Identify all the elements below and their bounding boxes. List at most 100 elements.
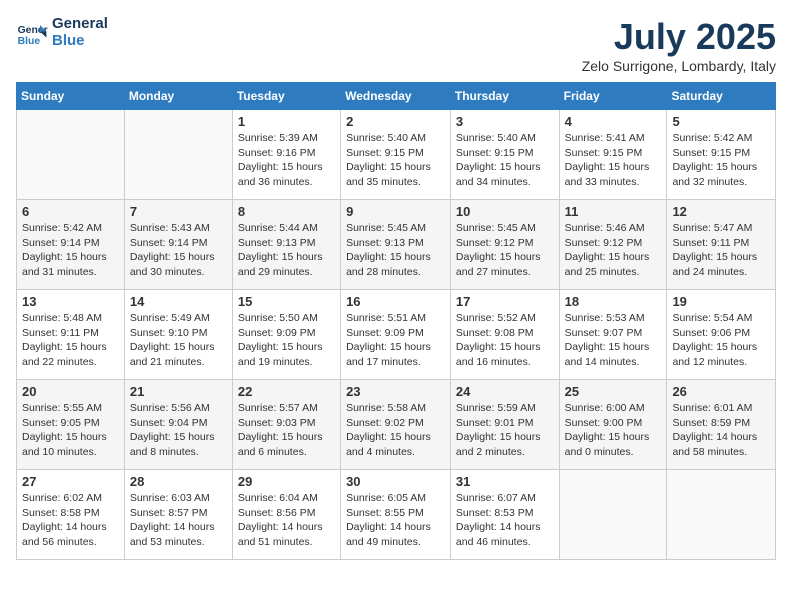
col-header-monday: Monday: [124, 83, 232, 110]
location: Zelo Surrigone, Lombardy, Italy: [582, 58, 776, 74]
cell-content: Sunrise: 6:04 AM Sunset: 8:56 PM Dayligh…: [238, 491, 335, 550]
calendar-cell: 27 Sunrise: 6:02 AM Sunset: 8:58 PM Dayli…: [17, 470, 125, 560]
day-number: 29: [238, 474, 335, 489]
week-row-4: 20 Sunrise: 5:55 AM Sunset: 9:05 PM Dayli…: [17, 380, 776, 470]
calendar-cell: 2 Sunrise: 5:40 AM Sunset: 9:15 PM Daylig…: [341, 110, 451, 200]
calendar-cell: 20 Sunrise: 5:55 AM Sunset: 9:05 PM Dayli…: [17, 380, 125, 470]
calendar-cell: [667, 470, 776, 560]
cell-content: Sunrise: 5:58 AM Sunset: 9:02 PM Dayligh…: [346, 401, 445, 460]
calendar-cell: 31 Sunrise: 6:07 AM Sunset: 8:53 PM Dayli…: [450, 470, 559, 560]
day-number: 12: [672, 204, 770, 219]
week-row-3: 13 Sunrise: 5:48 AM Sunset: 9:11 PM Dayli…: [17, 290, 776, 380]
day-number: 21: [130, 384, 227, 399]
cell-content: Sunrise: 5:43 AM Sunset: 9:14 PM Dayligh…: [130, 221, 227, 280]
calendar-cell: 6 Sunrise: 5:42 AM Sunset: 9:14 PM Daylig…: [17, 200, 125, 290]
calendar-cell: 24 Sunrise: 5:59 AM Sunset: 9:01 PM Dayli…: [450, 380, 559, 470]
day-number: 30: [346, 474, 445, 489]
calendar-cell: 19Sunrise: 5:54 AM Sunset: 9:06 PM Dayli…: [667, 290, 776, 380]
day-number: 9: [346, 204, 445, 219]
calendar-cell: 4 Sunrise: 5:41 AM Sunset: 9:15 PM Daylig…: [559, 110, 667, 200]
cell-content: Sunrise: 5:52 AM Sunset: 9:08 PM Dayligh…: [456, 311, 554, 370]
day-number: 7: [130, 204, 227, 219]
cell-content: Sunrise: 5:45 AM Sunset: 9:12 PM Dayligh…: [456, 221, 554, 280]
day-number: 15: [238, 294, 335, 309]
cell-content: Sunrise: 5:40 AM Sunset: 9:15 PM Dayligh…: [346, 131, 445, 190]
cell-content: Sunrise: 6:02 AM Sunset: 8:58 PM Dayligh…: [22, 491, 119, 550]
calendar-cell: [124, 110, 232, 200]
page-header: General Blue General Blue July 2025 Zelo…: [16, 16, 776, 74]
cell-content: Sunrise: 5:46 AM Sunset: 9:12 PM Dayligh…: [565, 221, 662, 280]
calendar-cell: 22 Sunrise: 5:57 AM Sunset: 9:03 PM Dayli…: [232, 380, 340, 470]
cell-content: Sunrise: 5:41 AM Sunset: 9:15 PM Dayligh…: [565, 131, 662, 190]
svg-text:Blue: Blue: [18, 36, 41, 47]
col-header-tuesday: Tuesday: [232, 83, 340, 110]
day-number: 22: [238, 384, 335, 399]
calendar-cell: 3Sunrise: 5:40 AM Sunset: 9:15 PM Daylig…: [450, 110, 559, 200]
day-number: 10: [456, 204, 554, 219]
cell-content: Sunrise: 6:00 AM Sunset: 9:00 PM Dayligh…: [565, 401, 662, 460]
day-number: 28: [130, 474, 227, 489]
cell-content: Sunrise: 5:51 AM Sunset: 9:09 PM Dayligh…: [346, 311, 445, 370]
calendar-cell: 18Sunrise: 5:53 AM Sunset: 9:07 PM Dayli…: [559, 290, 667, 380]
calendar-cell: 15 Sunrise: 5:50 AM Sunset: 9:09 PM Dayli…: [232, 290, 340, 380]
cell-content: Sunrise: 5:39 AM Sunset: 9:16 PM Dayligh…: [238, 131, 335, 190]
day-number: 18: [565, 294, 662, 309]
cell-content: Sunrise: 5:50 AM Sunset: 9:09 PM Dayligh…: [238, 311, 335, 370]
cell-content: Sunrise: 5:57 AM Sunset: 9:03 PM Dayligh…: [238, 401, 335, 460]
calendar-cell: 12 Sunrise: 5:47 AM Sunset: 9:11 PM Dayli…: [667, 200, 776, 290]
day-number: 23: [346, 384, 445, 399]
day-number: 26: [672, 384, 770, 399]
calendar-cell: 29 Sunrise: 6:04 AM Sunset: 8:56 PM Dayli…: [232, 470, 340, 560]
col-header-saturday: Saturday: [667, 83, 776, 110]
day-number: 4: [565, 114, 662, 129]
cell-content: Sunrise: 5:59 AM Sunset: 9:01 PM Dayligh…: [456, 401, 554, 460]
day-number: 16: [346, 294, 445, 309]
cell-content: Sunrise: 5:54 AM Sunset: 9:06 PM Dayligh…: [672, 311, 770, 370]
calendar-cell: 25 Sunrise: 6:00 AM Sunset: 9:00 PM Dayli…: [559, 380, 667, 470]
col-header-thursday: Thursday: [450, 83, 559, 110]
day-number: 20: [22, 384, 119, 399]
calendar-cell: 16 Sunrise: 5:51 AM Sunset: 9:09 PM Dayli…: [341, 290, 451, 380]
col-header-friday: Friday: [559, 83, 667, 110]
cell-content: Sunrise: 5:56 AM Sunset: 9:04 PM Dayligh…: [130, 401, 227, 460]
calendar-cell: 13 Sunrise: 5:48 AM Sunset: 9:11 PM Dayli…: [17, 290, 125, 380]
cell-content: Sunrise: 5:42 AM Sunset: 9:14 PM Dayligh…: [22, 221, 119, 280]
logo: General Blue General Blue: [16, 16, 108, 49]
day-number: 6: [22, 204, 119, 219]
cell-content: Sunrise: 6:01 AM Sunset: 8:59 PM Dayligh…: [672, 401, 770, 460]
calendar-cell: 7 Sunrise: 5:43 AM Sunset: 9:14 PM Daylig…: [124, 200, 232, 290]
cell-content: Sunrise: 5:48 AM Sunset: 9:11 PM Dayligh…: [22, 311, 119, 370]
day-number: 17: [456, 294, 554, 309]
calendar-cell: 21 Sunrise: 5:56 AM Sunset: 9:04 PM Dayli…: [124, 380, 232, 470]
day-number: 2: [346, 114, 445, 129]
day-number: 24: [456, 384, 554, 399]
calendar-cell: 26 Sunrise: 6:01 AM Sunset: 8:59 PM Dayli…: [667, 380, 776, 470]
calendar-cell: [559, 470, 667, 560]
cell-content: Sunrise: 6:07 AM Sunset: 8:53 PM Dayligh…: [456, 491, 554, 550]
day-number: 5: [672, 114, 770, 129]
cell-content: Sunrise: 5:55 AM Sunset: 9:05 PM Dayligh…: [22, 401, 119, 460]
calendar-cell: 10 Sunrise: 5:45 AM Sunset: 9:12 PM Dayli…: [450, 200, 559, 290]
day-number: 13: [22, 294, 119, 309]
calendar-cell: 9Sunrise: 5:45 AM Sunset: 9:13 PM Daylig…: [341, 200, 451, 290]
cell-content: Sunrise: 5:47 AM Sunset: 9:11 PM Dayligh…: [672, 221, 770, 280]
calendar-cell: [17, 110, 125, 200]
day-number: 31: [456, 474, 554, 489]
day-number: 27: [22, 474, 119, 489]
month-title: July 2025: [582, 16, 776, 58]
cell-content: Sunrise: 5:40 AM Sunset: 9:15 PM Dayligh…: [456, 131, 554, 190]
cell-content: Sunrise: 5:49 AM Sunset: 9:10 PM Dayligh…: [130, 311, 227, 370]
cell-content: Sunrise: 6:05 AM Sunset: 8:55 PM Dayligh…: [346, 491, 445, 550]
calendar-cell: 11 Sunrise: 5:46 AM Sunset: 9:12 PM Dayli…: [559, 200, 667, 290]
col-header-sunday: Sunday: [17, 83, 125, 110]
logo-icon: General Blue: [16, 17, 48, 49]
cell-content: Sunrise: 5:42 AM Sunset: 9:15 PM Dayligh…: [672, 131, 770, 190]
col-header-wednesday: Wednesday: [341, 83, 451, 110]
day-number: 11: [565, 204, 662, 219]
day-number: 8: [238, 204, 335, 219]
calendar-cell: 1Sunrise: 5:39 AM Sunset: 9:16 PM Daylig…: [232, 110, 340, 200]
day-number: 25: [565, 384, 662, 399]
week-row-5: 27 Sunrise: 6:02 AM Sunset: 8:58 PM Dayli…: [17, 470, 776, 560]
cell-content: Sunrise: 5:44 AM Sunset: 9:13 PM Dayligh…: [238, 221, 335, 280]
calendar-table: SundayMondayTuesdayWednesdayThursdayFrid…: [16, 82, 776, 560]
